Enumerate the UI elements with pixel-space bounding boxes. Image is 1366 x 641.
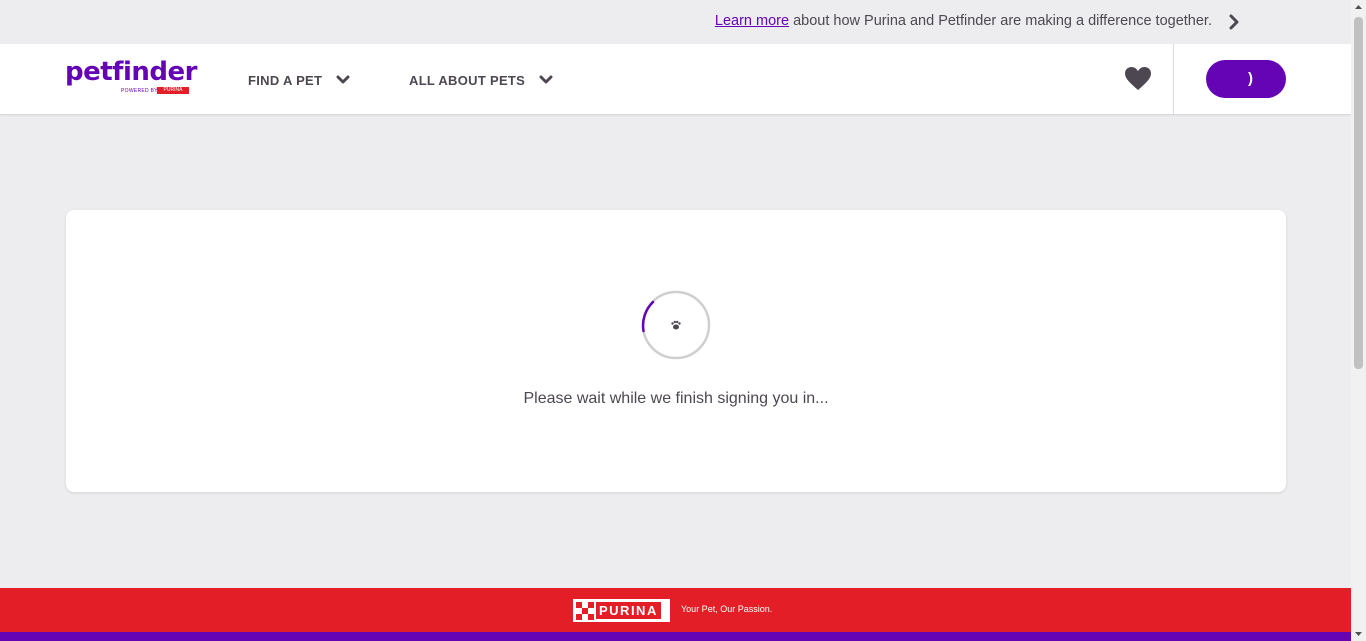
favorites-heart-icon[interactable] <box>1124 66 1152 92</box>
paw-icon <box>671 320 681 330</box>
announcement-message: about how Purina and Petfinder are makin… <box>789 13 1212 29</box>
scroll-up-arrow-icon[interactable] <box>1351 0 1366 15</box>
sign-in-wait-message: Please wait while we finish signing you … <box>523 390 829 407</box>
nav-find-a-pet[interactable]: FIND A PET <box>248 70 350 90</box>
sign-in-card: Please wait while we finish signing you … <box>66 210 1286 492</box>
nav-find-a-pet-label: FIND A PET <box>248 72 323 88</box>
logo-purina-badge: PURINA <box>157 87 189 94</box>
learn-more-link[interactable]: Learn more <box>715 13 789 29</box>
vertical-scrollbar[interactable] <box>1351 0 1366 641</box>
announcement-bar: Learn more about how Purina and Petfinde… <box>0 0 1351 44</box>
petfinder-logo[interactable]: petfinder POWERED BY PURINA <box>65 57 199 97</box>
logo-powered-by: POWERED BY <box>121 88 158 94</box>
scroll-down-arrow-icon[interactable] <box>1351 626 1366 641</box>
page: Learn more about how Purina and Petfinde… <box>0 0 1351 641</box>
purina-tagline: Your Pet, Our Passion. <box>681 604 773 614</box>
footer-purple-strip <box>0 632 1351 641</box>
scrollbar-thumb[interactable] <box>1354 17 1363 369</box>
announcement-text: Learn more about how Purina and Petfinde… <box>715 13 1212 29</box>
nav-all-about-pets-label: ALL ABOUT PETS <box>409 72 526 88</box>
header-divider <box>1173 44 1174 114</box>
chevron-down-icon <box>336 75 350 84</box>
chevron-down-icon <box>539 75 553 84</box>
purina-footer-band <box>0 588 1351 632</box>
purina-wordmark: PURINA <box>596 602 661 619</box>
nav-all-about-pets[interactable]: ALL ABOUT PETS <box>409 70 553 90</box>
purina-logo[interactable]: PURINA <box>573 599 670 622</box>
logo-wordmark: petfinder <box>65 57 197 87</box>
account-button[interactable] <box>1206 60 1286 98</box>
purina-checkerboard-icon <box>576 601 594 620</box>
chevron-right-icon[interactable] <box>1227 14 1241 30</box>
site-header: petfinder POWERED BY PURINA FIND A PET A… <box>0 44 1351 114</box>
account-button-spinner: ) <box>1248 70 1253 87</box>
